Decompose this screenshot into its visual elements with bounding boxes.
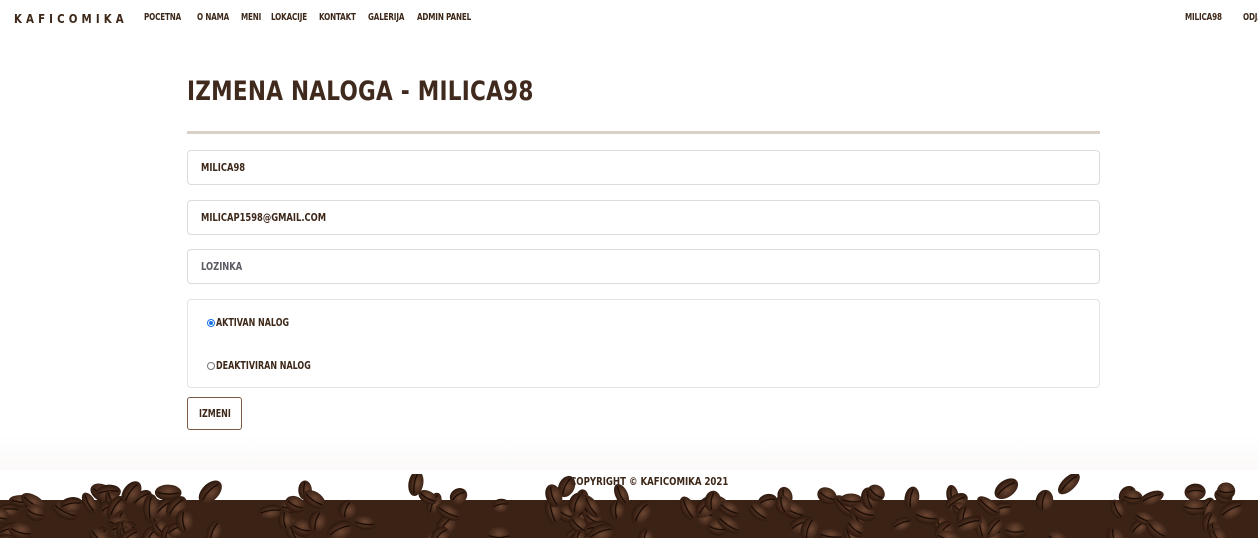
username-field[interactable]: MILICA98 [187,150,1100,185]
email-value: MILICAP1598@GMAIL.COM [201,211,327,224]
footer-fade [0,434,1258,470]
nav-link-o-nama[interactable]: O NAMA [197,12,229,23]
radio-option-inactive[interactable]: DEAKTIVIRAN NALOG [207,360,341,372]
navbar: KAFICOMIKA POCETNA O NAMA MENI LOKACIJE … [0,0,1258,36]
brand-logo[interactable]: KAFICOMIKA [14,11,128,26]
password-placeholder: LOZINKA [201,260,243,273]
nav-link-profile[interactable]: MILICA98 [1185,12,1222,23]
radio-active-label[interactable]: AKTIVAN NALOG [216,317,289,329]
nav-link-kontakt[interactable]: KONTAKT [319,12,356,23]
page-title: IZMENA NALOGA - MILICA98 [187,76,534,107]
title-divider [187,131,1100,134]
submit-label: IZMENI [198,407,231,420]
nav-links: POCETNA O NAMA MENI LOKACIJE KONTAKT GAL… [144,12,492,23]
email-field[interactable]: MILICAP1598@GMAIL.COM [187,200,1100,235]
nav-link-meni[interactable]: MENI [241,12,261,23]
password-field[interactable]: LOZINKA [187,249,1100,284]
copyright-text: COPYRIGHT © KAFICOMIKA 2021 [570,475,729,488]
account-status-group: AKTIVAN NALOG DEAKTIVIRAN NALOG [187,299,1100,388]
nav-link-galerija[interactable]: GALERIJA [368,12,404,23]
radio-option-active[interactable]: AKTIVAN NALOG [207,317,312,329]
nav-link-pocetna[interactable]: POCETNA [144,12,181,23]
nav-link-logout[interactable]: ODJAVA [1243,12,1258,23]
nav-link-lokacije[interactable]: LOKACIJE [271,12,307,23]
radio-inactive-input[interactable] [207,362,215,370]
footer: COPYRIGHT © KAFICOMIKA 2021 [0,434,1258,538]
nav-link-admin-panel[interactable]: ADMIN PANEL [417,12,471,23]
radio-inactive-label[interactable]: DEAKTIVIRAN NALOG [216,360,311,372]
nav-user-area: MILICA98 ODJAVA [1185,12,1258,23]
username-value: MILICA98 [201,161,246,174]
radio-active-input[interactable] [207,319,215,327]
submit-button[interactable]: IZMENI [187,397,242,430]
